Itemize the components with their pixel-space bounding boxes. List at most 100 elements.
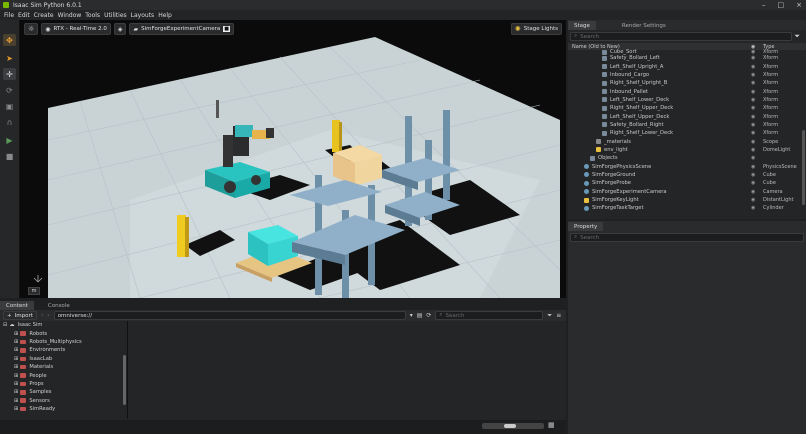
filter-icon[interactable]: ⏷: [794, 32, 800, 41]
visibility-button[interactable]: ◈: [113, 23, 127, 35]
visibility-toggle-icon[interactable]: ◉: [751, 189, 755, 195]
visibility-toggle-icon[interactable]: ◉: [751, 114, 755, 120]
property-search-input[interactable]: ⌕ Search: [570, 233, 804, 242]
tab-stage[interactable]: Stage: [568, 21, 596, 30]
tab-content[interactable]: Content: [0, 301, 34, 310]
units-badge[interactable]: m: [28, 287, 40, 295]
tab-console[interactable]: Console: [42, 301, 76, 310]
viewport[interactable]: ☼ ◉ RTX - Real-Time 2.0 ◈ ▰ SimForgeExpe…: [20, 20, 566, 298]
import-button[interactable]: + Import: [3, 311, 37, 320]
back-icon[interactable]: ‹: [41, 312, 43, 319]
visibility-toggle-icon[interactable]: ◉: [751, 180, 755, 186]
visibility-toggle-icon[interactable]: ◉: [751, 155, 755, 161]
scale-icon[interactable]: ▣: [3, 100, 16, 112]
folder-tree-item[interactable]: ⊞ Props: [0, 380, 127, 388]
tree-root[interactable]: ⊟ ☁ Isaac Sim: [0, 321, 127, 329]
menu-tools[interactable]: Tools: [85, 12, 100, 19]
expand-icon[interactable]: ⊞: [14, 389, 18, 395]
menu-layouts[interactable]: Layouts: [131, 12, 155, 19]
dropdown-icon[interactable]: ▾: [410, 312, 413, 319]
folder-tree-item[interactable]: ⊞ Environments: [0, 346, 127, 354]
stage-tree-row[interactable]: Right_Shelf_Upper_Deck ◉ Xform: [568, 104, 806, 112]
stage-tree-row[interactable]: Right_Shelf_Lower_Deck ◉ Xform: [568, 129, 806, 137]
expand-icon[interactable]: ⊞: [14, 398, 18, 404]
rotate-icon[interactable]: ⟳: [3, 84, 16, 96]
stage-tree-row[interactable]: Left_Shelf_Upper_Deck ◉ Xform: [568, 112, 806, 120]
camera-button[interactable]: ▰ SimForgeExperimentCamera ■: [129, 23, 234, 35]
expand-icon[interactable]: ⊞: [14, 381, 18, 387]
stage-tree-row[interactable]: SimForgeProbe ◉ Cube: [568, 179, 806, 187]
visibility-toggle-icon[interactable]: ◉: [751, 122, 755, 128]
visibility-toggle-icon[interactable]: ◉: [751, 72, 755, 78]
bookmark-icon[interactable]: ▤: [417, 312, 423, 319]
stage-tree-row[interactable]: Objects ◉: [568, 154, 806, 162]
grid-view-icon[interactable]: ▦: [548, 421, 555, 429]
visibility-toggle-icon[interactable]: ◉: [751, 197, 755, 203]
stage-tree-row[interactable]: Inbound_Pallet ◉ Xform: [568, 87, 806, 95]
menu-icon[interactable]: ≡: [556, 312, 561, 319]
visibility-toggle-icon[interactable]: ◉: [751, 139, 755, 145]
menu-window[interactable]: Window: [58, 12, 82, 19]
visibility-toggle-icon[interactable]: ◉: [751, 172, 755, 178]
visibility-toggle-icon[interactable]: ◉: [751, 164, 755, 170]
visibility-toggle-icon[interactable]: ◉: [751, 105, 755, 111]
stage-scrollbar[interactable]: [802, 130, 805, 205]
select-mode-icon[interactable]: ✥: [3, 34, 16, 46]
stage-tree-row[interactable]: Left_Shelf_Upright_A ◉ Xform: [568, 62, 806, 70]
stage-tree-row[interactable]: env_light ◉ DomeLight: [568, 146, 806, 154]
folder-tree-item[interactable]: ⊞ IsaacLab: [0, 355, 127, 363]
play-icon[interactable]: ▶: [3, 134, 16, 146]
thumbnail-size-slider[interactable]: [482, 423, 544, 429]
content-search-input[interactable]: ⌕ Search: [435, 311, 544, 320]
stage-tree-row[interactable]: Left_Shelf_Lower_Deck ◉ Xform: [568, 96, 806, 104]
expand-icon[interactable]: ⊞: [14, 347, 18, 353]
stage-tree-row[interactable]: Safety_Bollard_Left ◉ Xform: [568, 54, 806, 62]
expand-icon[interactable]: ⊞: [14, 406, 18, 412]
stage-tree-row[interactable]: SimForgeKeyLight ◉ DistantLight: [568, 196, 806, 204]
refresh-icon[interactable]: ⟳: [426, 312, 431, 319]
stage-tree-row[interactable]: Inbound_Cargo ◉ Xform: [568, 71, 806, 79]
folder-tree-item[interactable]: ⊞ People: [0, 371, 127, 379]
stage-search-input[interactable]: ⌕ Search: [570, 32, 793, 41]
visibility-toggle-icon[interactable]: ◉: [751, 147, 755, 153]
folder-tree-item[interactable]: ⊞ Sensors: [0, 397, 127, 405]
folder-tree-scrollbar[interactable]: [123, 355, 126, 405]
viewport-settings-button[interactable]: ☼: [24, 23, 39, 35]
visibility-toggle-icon[interactable]: ◉: [751, 55, 755, 61]
minimize-button[interactable]: –: [762, 1, 766, 9]
tab-render-settings[interactable]: Render Settings: [616, 21, 672, 30]
stop-icon[interactable]: ■: [3, 150, 16, 162]
path-input[interactable]: omniverse://: [53, 311, 406, 320]
expand-icon[interactable]: ⊞: [14, 356, 18, 362]
stage-tree-row[interactable]: SimForgeExperimentCamera ◉ Camera: [568, 188, 806, 196]
menu-create[interactable]: Create: [34, 12, 54, 19]
folder-tree-item[interactable]: ⊞ Samples: [0, 388, 127, 396]
menu-file[interactable]: File: [4, 12, 14, 19]
stage-tree-row[interactable]: Safety_Bollard_Right ◉ Xform: [568, 121, 806, 129]
folder-tree-item[interactable]: ⊞ Robots_Multiphysics: [0, 338, 127, 346]
menu-help[interactable]: Help: [158, 12, 172, 19]
visibility-toggle-icon[interactable]: ◉: [751, 80, 755, 86]
forward-icon[interactable]: ›: [47, 312, 49, 319]
menu-edit[interactable]: Edit: [18, 12, 30, 19]
snap-icon[interactable]: ∩: [3, 116, 16, 128]
visibility-toggle-icon[interactable]: ◉: [751, 89, 755, 95]
visibility-toggle-icon[interactable]: ◉: [751, 97, 755, 103]
stage-tree-row[interactable]: _materials ◉ Scope: [568, 137, 806, 145]
stage-tree-row[interactable]: SimForgePhysicsScene ◉ PhysicsScene: [568, 162, 806, 170]
visibility-toggle-icon[interactable]: ◉: [751, 205, 755, 211]
folder-tree-item[interactable]: ⊞ SimReady: [0, 405, 127, 413]
folder-tree-item[interactable]: ⊞ Robots: [0, 329, 127, 337]
tab-property[interactable]: Property: [568, 222, 604, 231]
stage-lights-button[interactable]: ✺ Stage Lights: [510, 23, 562, 35]
renderer-button[interactable]: ◉ RTX - Real-Time 2.0: [41, 23, 111, 35]
folder-tree-item[interactable]: ⊞ Materials: [0, 363, 127, 371]
move-icon[interactable]: ✛: [3, 68, 16, 80]
close-button[interactable]: ×: [796, 1, 802, 9]
menu-utilities[interactable]: Utilities: [104, 12, 127, 19]
stage-tree-row[interactable]: SimForgeGround ◉ Cube: [568, 171, 806, 179]
expand-icon[interactable]: ⊞: [14, 339, 18, 345]
expand-icon[interactable]: ⊞: [14, 373, 18, 379]
select-arrow-icon[interactable]: ➤: [3, 52, 16, 64]
expand-icon[interactable]: ⊞: [14, 364, 18, 370]
